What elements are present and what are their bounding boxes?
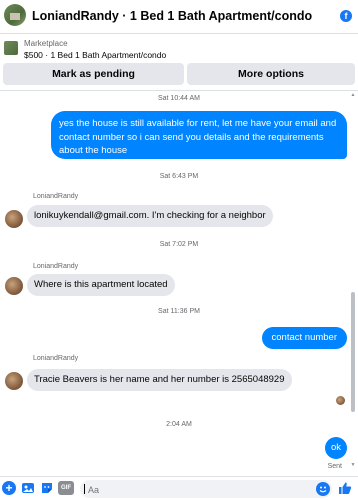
mark-as-pending-button[interactable]: Mark as pending <box>3 63 184 85</box>
listing-small-thumbnail <box>4 41 18 55</box>
gif-icon[interactable]: GIF <box>58 481 74 495</box>
facebook-icon: f <box>340 10 352 22</box>
sender-avatar[interactable] <box>5 210 23 228</box>
sender-name: LoniandRandy <box>33 193 79 200</box>
photo-icon[interactable] <box>21 481 35 495</box>
message-status: Sent <box>327 463 342 470</box>
scroll-down-arrow-icon[interactable]: ▼ <box>350 462 356 468</box>
sender-name: LoniandRandy <box>33 263 79 270</box>
like-icon[interactable] <box>338 481 352 495</box>
sender-avatar[interactable] <box>5 372 23 390</box>
marketplace-listing-bar[interactable]: Marketplace $500 · 1 Bed 1 Bath Apartmen… <box>0 35 358 63</box>
sender-avatar[interactable] <box>5 277 23 295</box>
conversation-header: LoniandRandy · 1 Bed 1 Bath Apartment/co… <box>0 0 358 34</box>
sender-name: LoniandRandy <box>33 355 79 362</box>
incoming-message[interactable]: Where is this apartment located <box>27 274 175 296</box>
sticker-icon[interactable] <box>40 481 54 495</box>
timestamp: 2:04 AM <box>166 421 192 428</box>
message-scrollbar[interactable] <box>350 92 356 468</box>
conversation-title[interactable]: LoniandRandy · 1 Bed 1 Bath Apartment/co… <box>32 9 312 23</box>
timestamp: Sat 11:36 PM <box>158 308 200 315</box>
more-options-button[interactable]: More options <box>187 63 355 85</box>
incoming-message[interactable]: Tracie Beavers is her name and her numbe… <box>27 369 292 391</box>
outgoing-message[interactable]: contact number <box>261 327 347 349</box>
text-caret <box>84 484 85 494</box>
read-receipt-avatar <box>336 396 345 405</box>
timestamp: Sat 10:44 AM <box>157 95 201 102</box>
message-input[interactable] <box>80 481 300 499</box>
incoming-message[interactable]: lonikuykendall@gmail.com. I'm checking f… <box>27 205 273 227</box>
outgoing-message[interactable]: yes the house is still available for ren… <box>51 111 347 159</box>
emoji-icon[interactable] <box>316 482 330 496</box>
timestamp: Sat 7:02 PM <box>159 241 199 248</box>
timestamp: Sat 6:43 PM <box>159 173 199 180</box>
message-input-box[interactable] <box>80 480 332 499</box>
message-composer: + GIF <box>0 476 358 500</box>
listing-thumbnail[interactable] <box>4 4 26 26</box>
listing-details: $500 · 1 Bed 1 Bath Apartment/condo <box>24 50 167 60</box>
outgoing-message[interactable]: ok <box>325 437 347 459</box>
listing-actions: Mark as pending More options <box>0 63 358 87</box>
add-icon[interactable]: + <box>2 481 16 495</box>
listing-source: Marketplace <box>24 39 68 48</box>
header-divider <box>0 90 358 91</box>
